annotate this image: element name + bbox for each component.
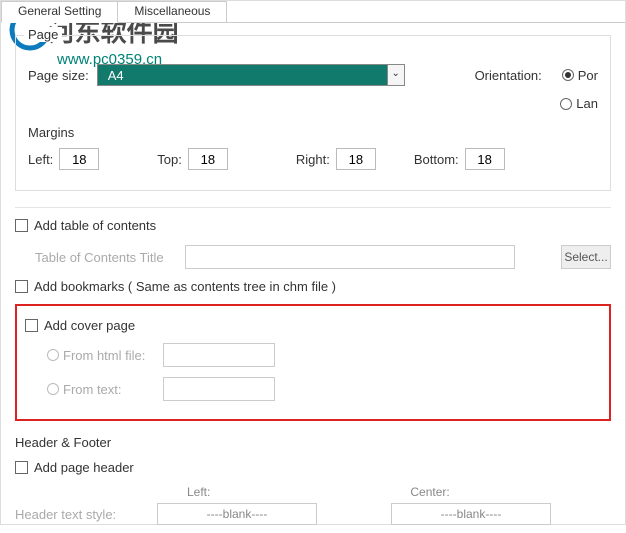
toc-title-input[interactable]: [185, 245, 515, 269]
margin-top-label: Top:: [157, 152, 182, 167]
margin-top-input[interactable]: [188, 148, 228, 170]
checkbox-icon: [15, 280, 28, 293]
checkbox-icon: [15, 219, 28, 232]
cover-html-input[interactable]: [163, 343, 275, 367]
cover-from-html-label: From html file:: [63, 348, 163, 363]
orientation-portrait-radio[interactable]: Por: [562, 68, 598, 83]
cover-from-text-label: From text:: [63, 382, 163, 397]
add-page-header-row[interactable]: Add page header: [15, 460, 611, 475]
margin-left-input[interactable]: [59, 148, 99, 170]
margin-left-label: Left:: [28, 152, 53, 167]
cover-highlight-box: Add cover page From html file: From text…: [15, 304, 611, 421]
page-group-title: Page: [24, 27, 62, 42]
divider: [15, 207, 611, 208]
page-group: Page Page size: A4 ⌄ Orientation: Por La…: [15, 35, 611, 191]
page-size-label: Page size:: [28, 68, 89, 83]
add-toc-label: Add table of contents: [34, 218, 156, 233]
checkbox-icon: [25, 319, 38, 332]
add-bookmarks-row[interactable]: Add bookmarks ( Same as contents tree in…: [15, 279, 611, 294]
tab-general[interactable]: General Setting: [1, 1, 118, 23]
radio-icon: [562, 69, 574, 81]
radio-icon: [47, 383, 59, 395]
hf-title: Header & Footer: [15, 435, 611, 450]
margin-right-input[interactable]: [336, 148, 376, 170]
radio-icon: [47, 349, 59, 361]
cover-from-html-radio[interactable]: From html file:: [47, 343, 601, 367]
orientation-landscape-radio[interactable]: Lan: [560, 96, 598, 111]
header-left-input[interactable]: ----blank----: [157, 503, 317, 525]
toc-title-label: Table of Contents Title: [35, 250, 185, 265]
add-page-header-label: Add page header: [34, 460, 134, 475]
hf-center-col: Center:: [410, 485, 449, 499]
checkbox-icon: [15, 461, 28, 474]
cover-text-input[interactable]: [163, 377, 275, 401]
margin-right-label: Right:: [296, 152, 330, 167]
orientation-label: Orientation:: [475, 68, 542, 83]
margin-bottom-label: Bottom:: [414, 152, 459, 167]
add-cover-label: Add cover page: [44, 318, 135, 333]
margins-label: Margins: [28, 125, 598, 140]
header-center-input[interactable]: ----blank----: [391, 503, 551, 525]
page-size-value: A4: [97, 64, 387, 86]
margin-bottom-input[interactable]: [465, 148, 505, 170]
tab-misc[interactable]: Miscellaneous: [117, 1, 227, 22]
add-bookmarks-label: Add bookmarks ( Same as contents tree in…: [34, 279, 336, 294]
header-footer-section: Header & Footer Add page header Left: Ce…: [15, 435, 611, 525]
add-toc-row[interactable]: Add table of contents: [15, 218, 611, 233]
cover-from-text-radio[interactable]: From text:: [47, 377, 601, 401]
tab-content: Page Page size: A4 ⌄ Orientation: Por La…: [1, 23, 625, 533]
header-style-label: Header text style:: [15, 507, 145, 522]
radio-icon: [560, 98, 572, 110]
settings-panel: 河东软件园 www.pc0359.cn General Setting Misc…: [0, 0, 626, 525]
select-button[interactable]: Select...: [561, 245, 611, 269]
page-size-dropdown[interactable]: A4 ⌄: [97, 64, 405, 86]
hf-left-col: Left:: [187, 485, 210, 499]
chevron-down-icon[interactable]: ⌄: [387, 64, 405, 86]
add-cover-row[interactable]: Add cover page: [25, 318, 601, 333]
tab-bar: General Setting Miscellaneous: [1, 1, 625, 23]
